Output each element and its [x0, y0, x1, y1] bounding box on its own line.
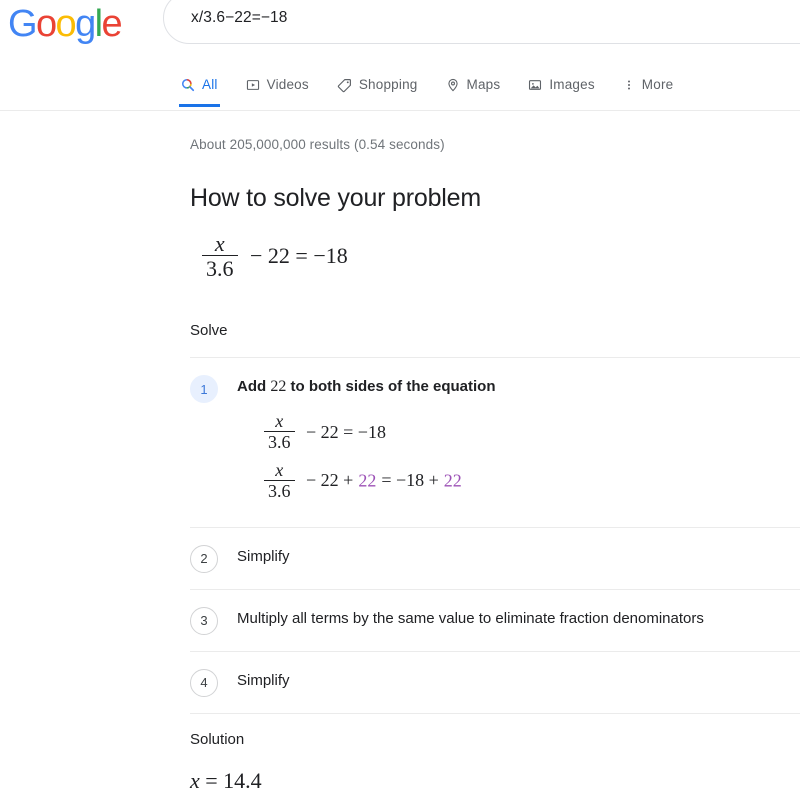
video-icon	[246, 78, 260, 92]
map-pin-icon	[446, 78, 460, 92]
solution-rest: = 14.4	[199, 767, 262, 793]
step-1-eq2-fraction: x 3.6	[264, 461, 295, 502]
logo-letter-o1: o	[35, 3, 57, 45]
step-title-1-value: 22	[270, 378, 287, 396]
step-body-3: Multiply all terms by the same value to …	[237, 606, 704, 629]
tab-all-label: All	[202, 77, 218, 92]
step-1-eq1-fraction: x 3.6	[264, 412, 295, 453]
logo-letter-g1: G	[8, 3, 38, 45]
step-1-eq1-rest: − 22 = −18	[306, 421, 386, 442]
step-body-2: Simplify	[237, 544, 290, 567]
tab-images[interactable]: Images	[528, 63, 595, 107]
tab-all[interactable]: All	[179, 63, 220, 107]
step-badge-4: 4	[190, 668, 218, 697]
step-1-eq2-numerator: x	[264, 461, 295, 481]
main-equation-numerator: x	[202, 232, 238, 257]
main-equation-fraction: x 3.6	[202, 232, 238, 281]
step-body-4: Simplify	[237, 668, 290, 691]
step-item-1[interactable]: 1 Add 22 to both sides of the equation x…	[190, 358, 800, 526]
step-title-2: Simplify	[237, 547, 290, 565]
step-body-1: Add 22 to both sides of the equation x 3…	[237, 374, 496, 510]
nav-tabs: All Videos Shopping Maps Images More	[179, 63, 701, 110]
step-1-eq2-denominator: 3.6	[268, 480, 291, 501]
step-item-3[interactable]: 3 Multiply all terms by the same value t…	[190, 590, 800, 651]
step-1-eq2-highlight-1: 22	[358, 470, 377, 491]
solution-variable: x	[190, 767, 200, 793]
step-title-3: Multiply all terms by the same value to …	[237, 609, 704, 627]
page-title: How to solve your problem	[190, 184, 481, 212]
step-title-1-suffix: to both sides of the equation	[286, 378, 496, 396]
step-1-eq2-highlight-2: 22	[443, 470, 462, 491]
more-vertical-icon	[623, 78, 635, 92]
step-1-eq2-part2: = −18 +	[381, 470, 439, 491]
tab-images-label: Images	[549, 77, 595, 92]
step-item-2[interactable]: 2 Simplify	[190, 528, 800, 589]
main-equation: x 3.6 − 22 = −18	[190, 232, 800, 282]
tab-more-label: More	[641, 77, 674, 92]
search-icon	[181, 78, 195, 92]
step-1-equation-line-2: x 3.6 − 22 +22 = −18 +22	[262, 461, 496, 511]
step-title-1-prefix: Add	[237, 378, 271, 396]
tab-shopping[interactable]: Shopping	[337, 63, 418, 107]
page-header: Google x/3.6−22=−18	[0, 0, 800, 63]
step-1-eq2-part1: − 22 +	[306, 470, 354, 491]
step-1-equations: x 3.6 − 22 = −18 x 3.6 − 22 +22 = −18 +22	[237, 397, 496, 510]
step-item-4[interactable]: 4 Simplify	[190, 652, 800, 713]
tab-videos[interactable]: Videos	[246, 63, 309, 107]
step-title-4: Simplify	[237, 671, 290, 689]
step-badge-2: 2	[190, 544, 218, 573]
result-stats: About 205,000,000 results (0.54 seconds)	[190, 137, 445, 152]
tab-maps[interactable]: Maps	[446, 63, 501, 107]
step-1-eq1-denominator: 3.6	[268, 432, 291, 453]
step-title-1: Add 22 to both sides of the equation	[237, 377, 496, 397]
tab-maps-label: Maps	[466, 77, 501, 92]
step-1-eq1-numerator: x	[264, 412, 295, 433]
tab-more[interactable]: More	[623, 63, 674, 107]
results-navbar: All Videos Shopping Maps Images More	[0, 63, 800, 111]
search-box[interactable]: x/3.6−22=−18	[163, 0, 800, 44]
google-logo[interactable]: Google	[8, 2, 123, 46]
search-input[interactable]: x/3.6−22=−18	[191, 8, 287, 28]
image-icon	[528, 78, 542, 92]
solution-label: Solution	[190, 730, 245, 748]
solve-label: Solve	[190, 322, 228, 340]
tab-videos-label: Videos	[266, 77, 309, 92]
tag-icon	[337, 78, 352, 93]
step-badge-1: 1	[190, 375, 218, 404]
logo-letter-o2: o	[55, 3, 77, 45]
solution-value: x = 14.4	[190, 768, 800, 794]
logo-letter-e: e	[101, 3, 122, 45]
results-area: About 205,000,000 results (0.54 seconds)…	[0, 111, 800, 794]
main-equation-denominator: 3.6	[206, 256, 234, 282]
step-badge-3: 3	[190, 606, 218, 635]
tab-shopping-label: Shopping	[358, 77, 418, 92]
logo-letter-g2: g	[75, 3, 96, 45]
main-equation-rest: − 22 = −18	[250, 242, 348, 268]
step-1-equation-line-1: x 3.6 − 22 = −18	[262, 412, 496, 462]
